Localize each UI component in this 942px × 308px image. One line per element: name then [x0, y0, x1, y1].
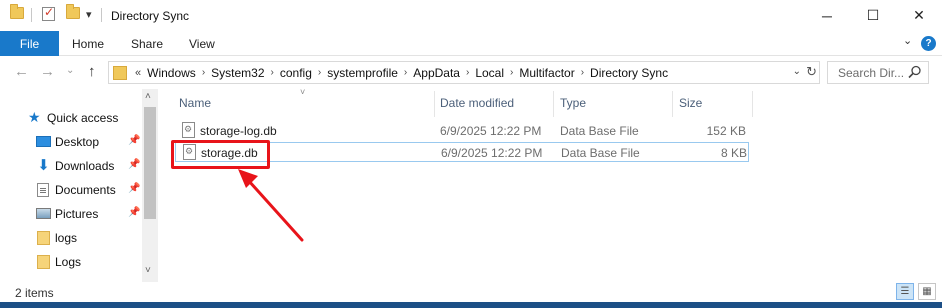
- annotation-arrow: [238, 169, 304, 242]
- details-view-icon[interactable]: ☰: [896, 283, 914, 300]
- taskbar-edge: [0, 302, 942, 308]
- status-bar: 2 items ☰ ▦: [0, 282, 942, 302]
- large-icons-view-icon[interactable]: ▦: [918, 283, 936, 300]
- item-count: 2 items: [15, 286, 54, 300]
